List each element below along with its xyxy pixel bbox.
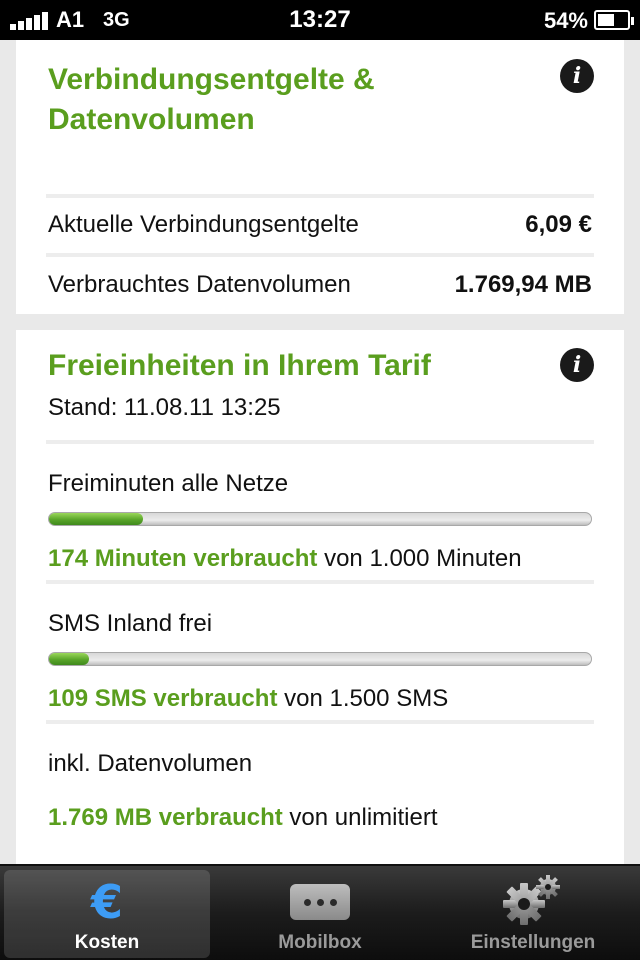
tab-label: Einstellungen [470,932,596,953]
row-value-connection-charges: 6,09 € [525,211,592,238]
progress-bar-minutes [48,512,592,526]
connection-charges-card: Verbindungsentgelte & Datenvolumen i Akt… [16,40,624,314]
total-amount: von 1.000 Minuten [317,545,522,572]
usage-sms: 109 SMS verbraucht von 1.500 SMS [48,685,448,713]
row-value-data-volume: 1.769,94 MB [454,271,592,298]
item-label-data: inkl. Datenvolumen [48,750,253,777]
battery-icon [594,10,634,30]
voicemail-icon [290,884,350,920]
tab-label: Mobilbox [278,932,362,953]
progress-fill-minutes [49,513,144,525]
item-label-minutes: Freiminuten alle Netze [48,470,289,497]
tab-kosten[interactable]: € Kosten [4,870,210,958]
card-title: Freieinheiten in Ihrem Tarif [48,349,431,382]
used-amount: 174 Minuten verbraucht [48,545,318,572]
total-amount: von unlimitiert [282,804,438,831]
tab-bar: € Kosten Mobilbox Einstellungen [0,864,640,960]
divider [46,580,594,584]
used-amount: 1.769 MB verbraucht [48,804,283,831]
tab-mobilbox[interactable]: Mobilbox [217,870,423,958]
divider [46,720,594,724]
total-amount: von 1.500 SMS [277,685,449,712]
free-units-card: Freieinheiten in Ihrem Tarif i Stand: 11… [16,330,624,864]
usage-data: 1.769 MB verbraucht von unlimitiert [48,804,438,832]
divider [46,253,594,257]
divider [46,194,594,198]
tab-label: Kosten [74,932,140,953]
usage-minutes: 174 Minuten verbraucht von 1.000 Minuten [48,545,522,573]
battery-percentage: 54% [543,8,588,33]
divider [46,440,594,444]
row-label-connection-charges: Aktuelle Verbindungsentgelte [48,211,359,238]
tab-einstellungen[interactable]: Einstellungen [430,870,636,958]
status-bar: A1 3G 13:27 54% [0,0,640,40]
euro-icon: € [90,875,123,929]
progress-bar-sms [48,652,592,666]
info-icon[interactable]: i [560,348,594,382]
card-title-line1: Verbindungsentgelte & [48,63,375,96]
item-label-sms: SMS Inland frei [48,610,213,637]
stand-timestamp: Stand: 11.08.11 13:25 [48,394,281,421]
progress-fill-sms [49,653,89,665]
info-icon[interactable]: i [560,59,594,93]
card-title-line2: Datenvolumen [48,103,255,136]
gear-icon [503,875,560,925]
row-label-data-volume: Verbrauchtes Datenvolumen [48,271,351,298]
used-amount: 109 SMS verbraucht [48,685,278,712]
